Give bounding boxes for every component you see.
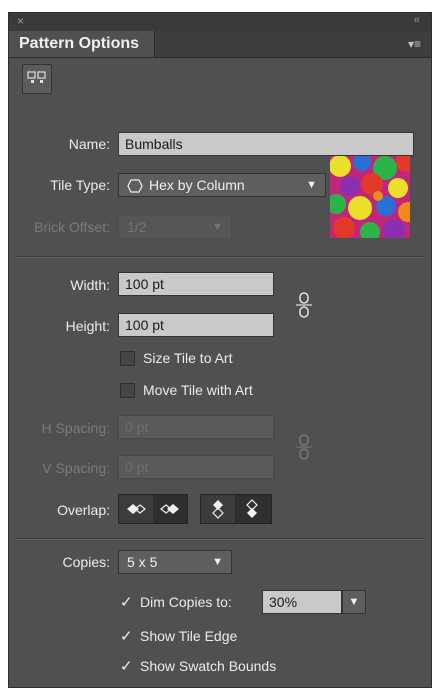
horizontal-overlap-group (118, 494, 188, 524)
left-in-front-button[interactable] (119, 495, 153, 523)
pattern-preview-graphic (330, 156, 410, 238)
show-swatch-bounds-checkbox[interactable]: ✓ (120, 657, 134, 677)
edit-tile-button[interactable] (22, 64, 52, 94)
size-tile-to-art-label: Size Tile to Art (143, 350, 233, 366)
chevron-down-icon: ▼ (306, 179, 317, 191)
copies-dropdown[interactable]: 5 x 5 ▼ (118, 550, 232, 574)
pattern-preview-thumbnail (330, 156, 410, 238)
overlap-label: Overlap: (57, 502, 110, 518)
collapse-icon[interactable]: ‹‹ (414, 14, 420, 26)
close-icon[interactable]: × (17, 14, 24, 28)
move-tile-with-art-checkbox[interactable] (120, 382, 135, 398)
name-label: Name: (68, 136, 110, 152)
panel-menu-icon[interactable]: ▾≡ (408, 37, 421, 51)
tile-type-dropdown[interactable]: Hex by Column ▼ (118, 173, 326, 197)
dim-copies-dropdown-button[interactable]: ▼ (342, 590, 366, 614)
dim-copies-row[interactable]: ✓ Dim Copies to: (120, 592, 232, 612)
left-in-front-icon (127, 504, 146, 514)
show-tile-edge-checkbox[interactable]: ✓ (120, 627, 134, 647)
dim-copies-input[interactable]: 30% (262, 590, 342, 614)
section-divider (16, 538, 424, 540)
tab-row: Pattern Options ▾≡ (9, 31, 431, 58)
show-tile-edge-label: Show Tile Edge (140, 628, 238, 644)
pattern-tile-tool-icon (27, 71, 46, 83)
dim-copies-label: Dim Copies to: (140, 594, 232, 610)
bottom-in-front-button[interactable] (235, 495, 269, 523)
size-tile-to-art-row[interactable]: Size Tile to Art (120, 348, 232, 368)
v-spacing-label: V Spacing: (42, 460, 110, 476)
copies-label: Copies: (62, 554, 110, 570)
h-spacing-input[interactable]: 0 pt (118, 415, 274, 439)
dim-copies-checkbox[interactable]: ✓ (120, 593, 134, 613)
show-swatch-bounds-label: Show Swatch Bounds (140, 658, 277, 674)
brick-offset-label: Brick Offset: (34, 219, 110, 235)
chain-link-icon (296, 292, 312, 318)
name-input[interactable]: Bumballs (118, 132, 414, 156)
vertical-overlap-group (200, 494, 272, 524)
size-tile-to-art-checkbox[interactable] (120, 350, 135, 366)
link-proportions-icon[interactable] (294, 290, 314, 320)
top-in-front-button[interactable] (201, 495, 235, 523)
link-spacing-icon[interactable] (294, 432, 314, 462)
chevron-down-icon: ▼ (348, 596, 360, 608)
brick-offset-value: 1/2 (127, 219, 147, 235)
show-tile-edge-row[interactable]: ✓ Show Tile Edge (120, 626, 237, 646)
move-tile-with-art-label: Move Tile with Art (143, 382, 253, 398)
height-input[interactable]: 100 pt (118, 313, 274, 337)
width-label: Width: (70, 277, 110, 293)
v-spacing-input[interactable]: 0 pt (118, 455, 274, 479)
move-tile-with-art-row[interactable]: Move Tile with Art (120, 380, 253, 400)
h-spacing-label: H Spacing: (41, 420, 110, 436)
show-swatch-bounds-row[interactable]: ✓ Show Swatch Bounds (120, 656, 276, 676)
height-label: Height: (65, 318, 110, 334)
tile-type-value: Hex by Column (149, 177, 245, 193)
section-divider (16, 256, 424, 258)
chevron-down-icon: ▼ (212, 556, 223, 568)
chain-link-icon (296, 434, 312, 460)
tab-pattern-options[interactable]: Pattern Options (9, 31, 155, 57)
chevron-down-icon: ▼ (212, 221, 223, 233)
right-in-front-button[interactable] (153, 495, 187, 523)
bottom-in-front-icon (246, 499, 258, 518)
right-in-front-icon (160, 504, 179, 514)
top-in-front-icon (212, 500, 224, 519)
brick-offset-dropdown[interactable]: 1/2 ▼ (118, 215, 232, 239)
copies-value: 5 x 5 (127, 554, 158, 570)
width-input[interactable]: 100 pt (118, 272, 274, 296)
hexagon-icon (127, 179, 143, 193)
tile-type-label: Tile Type: (50, 177, 110, 193)
panel-title-bar: × ‹‹ (9, 13, 431, 32)
